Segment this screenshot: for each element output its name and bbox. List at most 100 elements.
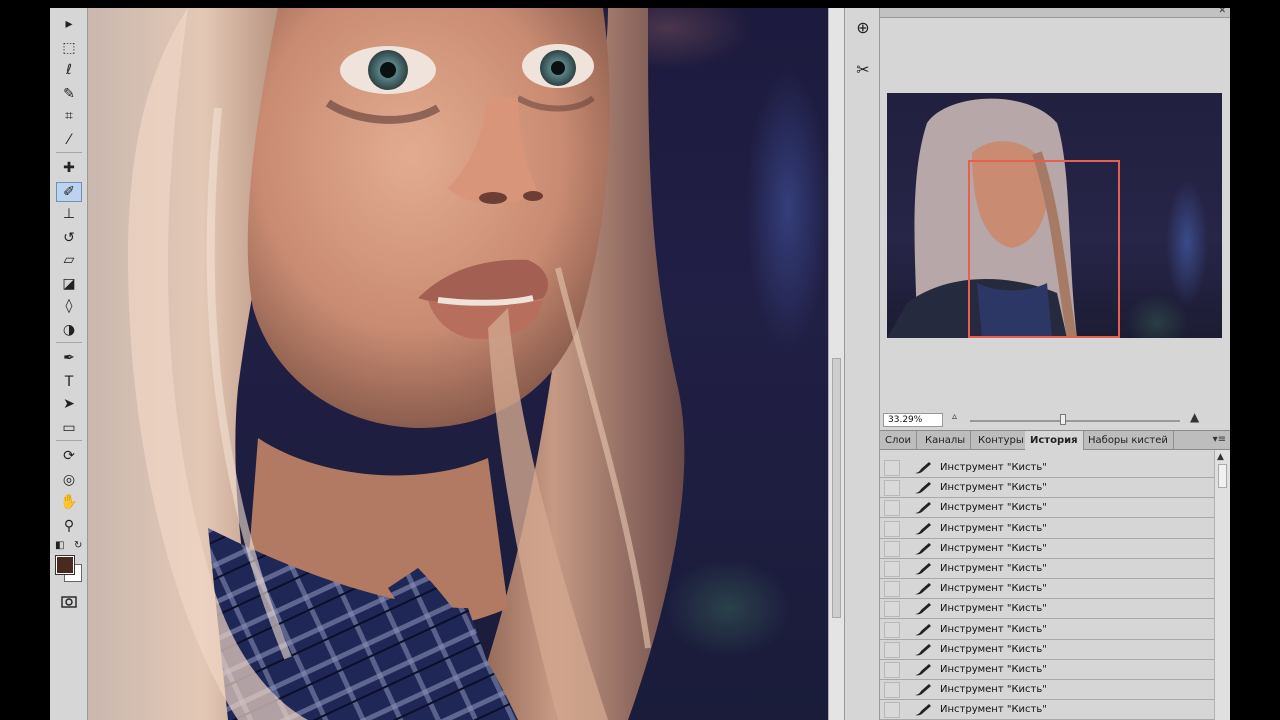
panel-menu-icon[interactable]: ▾≡ — [1213, 434, 1226, 445]
tab-brush-presets[interactable]: Наборы кистей — [1083, 431, 1174, 450]
brush-icon — [915, 643, 931, 656]
pen-tool[interactable]: ✒ — [56, 348, 82, 368]
history-snapshot-checkbox[interactable] — [884, 682, 900, 699]
quick-mask-button[interactable] — [56, 592, 82, 612]
document-canvas[interactable] — [88, 8, 828, 720]
type-icon: T — [64, 374, 74, 390]
portrait-painting — [88, 8, 685, 720]
history-snapshot-checkbox[interactable] — [884, 621, 900, 638]
eyedropper-tool[interactable]: ⁄ — [56, 130, 82, 150]
hand-tool[interactable]: ✋ — [56, 492, 82, 512]
history-row[interactable]: Инструмент "Кисть" — [880, 579, 1214, 600]
healing-brush-tool[interactable]: ✚ — [56, 158, 82, 178]
canvas-scroll-thumb[interactable] — [832, 358, 841, 618]
dodge-tool[interactable]: ◑ — [56, 320, 82, 340]
tab-history[interactable]: История — [1025, 431, 1084, 450]
tool-presets-dock-icon: ✂ — [856, 59, 870, 79]
history-row[interactable]: Инструмент "Кисть" — [880, 518, 1214, 539]
3d-orbit-tool[interactable]: ◎ — [56, 470, 82, 490]
panel-dock: ⊕ ✂ — [844, 8, 880, 720]
screen-frame: ◧ ↻ ▸ ⬚ ℓ ✎ ⌗ ⁄ ✚ ✐ ⊥ ↺ ▱ ◪ ◊ ◑ ✒ T ➤ ▭ ⟳ ◎ ✋ ⚲ — [0, 0, 1280, 720]
history-snapshot-checkbox[interactable] — [884, 702, 900, 719]
lasso-tool[interactable]: ℓ — [56, 60, 82, 80]
history-row-label: Инструмент "Кисть" — [940, 583, 1047, 595]
history-row[interactable]: Инструмент "Кисть" — [880, 559, 1214, 579]
swap-colors-icon[interactable]: ↻ — [74, 540, 82, 551]
history-snapshot-checkbox[interactable] — [884, 601, 900, 618]
zoom-in-icon[interactable]: ▲ — [1190, 410, 1199, 424]
eraser-icon: ▱ — [63, 252, 75, 268]
navigator-thumbnail[interactable] — [887, 93, 1222, 338]
history-row[interactable]: Инструмент "Кисть" — [880, 538, 1214, 559]
zoom-slider-track[interactable] — [970, 420, 1180, 422]
crop-icon: ⌗ — [65, 108, 73, 124]
history-snapshot-checkbox[interactable] — [884, 500, 900, 517]
history-snapshot-checkbox[interactable] — [884, 641, 900, 658]
clone-stamp-icon: ⊥ — [62, 206, 76, 222]
history-brush-icon: ↺ — [63, 230, 75, 246]
history-snapshot-checkbox[interactable] — [884, 520, 900, 537]
clone-stamp-tool[interactable]: ⊥ — [56, 204, 82, 224]
history-row[interactable]: Инструмент "Кисть" — [880, 680, 1214, 701]
zoom-slider-knob[interactable] — [1060, 414, 1066, 425]
history-snapshot-checkbox[interactable] — [884, 460, 900, 476]
blur-tool[interactable]: ◊ — [56, 296, 82, 316]
navigator-dock-button[interactable]: ⊕ — [849, 14, 877, 40]
history-brush-tool[interactable]: ↺ — [56, 228, 82, 248]
move-tool[interactable]: ▸ — [56, 14, 82, 34]
zoom-input[interactable]: 33.29% — [883, 413, 943, 427]
tab-paths[interactable]: Контуры — [973, 431, 1030, 450]
marquee-icon: ⬚ — [62, 40, 76, 56]
history-list: Инструмент "Кисть" Инструмент "Кисть" Инст… — [880, 450, 1214, 720]
foreground-color-swatch[interactable] — [55, 555, 75, 575]
type-tool[interactable]: T — [56, 372, 82, 392]
history-row[interactable]: Инструмент "Кисть" — [880, 478, 1214, 499]
history-row[interactable]: Инструмент "Кисть" — [880, 639, 1214, 660]
brush-icon — [915, 462, 931, 474]
tool-separator — [56, 342, 82, 343]
paint-bucket-tool[interactable]: ◪ — [56, 274, 82, 294]
tool-presets-dock-button[interactable]: ✂ — [849, 56, 877, 82]
history-snapshot-checkbox[interactable] — [884, 662, 900, 678]
history-row-label: Инструмент "Кисть" — [940, 623, 1047, 635]
navigator-panel — [880, 18, 1230, 413]
3d-rotate-icon: ⟳ — [63, 448, 75, 464]
history-row[interactable]: Инструмент "Кисть" — [880, 498, 1214, 519]
history-snapshot-checkbox[interactable] — [884, 581, 900, 598]
history-row[interactable]: Инструмент "Кисть" — [880, 599, 1214, 620]
history-snapshot-checkbox[interactable] — [884, 540, 900, 557]
default-colors-icon[interactable]: ◧ — [55, 540, 64, 551]
brush-icon — [915, 563, 931, 575]
brush-icon — [915, 583, 931, 595]
history-row[interactable]: Инструмент "Кисть" — [880, 700, 1214, 720]
history-row[interactable]: Инструмент "Кисть" — [880, 458, 1214, 478]
path-selection-tool[interactable]: ➤ — [56, 394, 82, 414]
marquee-tool[interactable]: ⬚ — [56, 38, 82, 58]
quick-selection-tool[interactable]: ✎ — [56, 84, 82, 104]
history-snapshot-checkbox[interactable] — [884, 480, 900, 497]
panel-close-icon[interactable]: ✕ — [1218, 8, 1226, 16]
brush-tool[interactable]: ✐ — [56, 182, 82, 202]
zoom-out-icon[interactable]: ▵ — [952, 411, 957, 422]
history-scroll-thumb[interactable] — [1218, 464, 1227, 488]
3d-rotate-tool[interactable]: ⟳ — [56, 446, 82, 466]
history-row[interactable]: Инструмент "Кисть" — [880, 660, 1214, 680]
navigator-tab-bar: ✕ — [880, 8, 1230, 18]
history-row-label: Инструмент "Кисть" — [940, 542, 1047, 554]
zoom-tool[interactable]: ⚲ — [56, 516, 82, 536]
history-snapshot-checkbox[interactable] — [884, 561, 900, 577]
blur-icon: ◊ — [65, 298, 73, 314]
tab-channels[interactable]: Каналы — [920, 431, 972, 450]
history-scrollbar[interactable]: ▲ — [1214, 450, 1230, 720]
history-row[interactable]: Инструмент "Кисть" — [880, 619, 1214, 640]
hand-icon: ✋ — [60, 494, 78, 510]
eraser-tool[interactable]: ▱ — [56, 250, 82, 270]
quick-selection-icon: ✎ — [63, 86, 75, 102]
scroll-up-icon[interactable]: ▲ — [1217, 452, 1224, 462]
navigator-zoom-row: 33.29% ▵ ▲ — [880, 410, 1230, 429]
crop-tool[interactable]: ⌗ — [56, 106, 82, 126]
canvas-vertical-scrollbar[interactable] — [828, 8, 844, 720]
rectangle-tool[interactable]: ▭ — [56, 418, 82, 438]
navigator-view-box[interactable] — [968, 160, 1120, 338]
tab-layers[interactable]: Слои — [880, 431, 917, 450]
